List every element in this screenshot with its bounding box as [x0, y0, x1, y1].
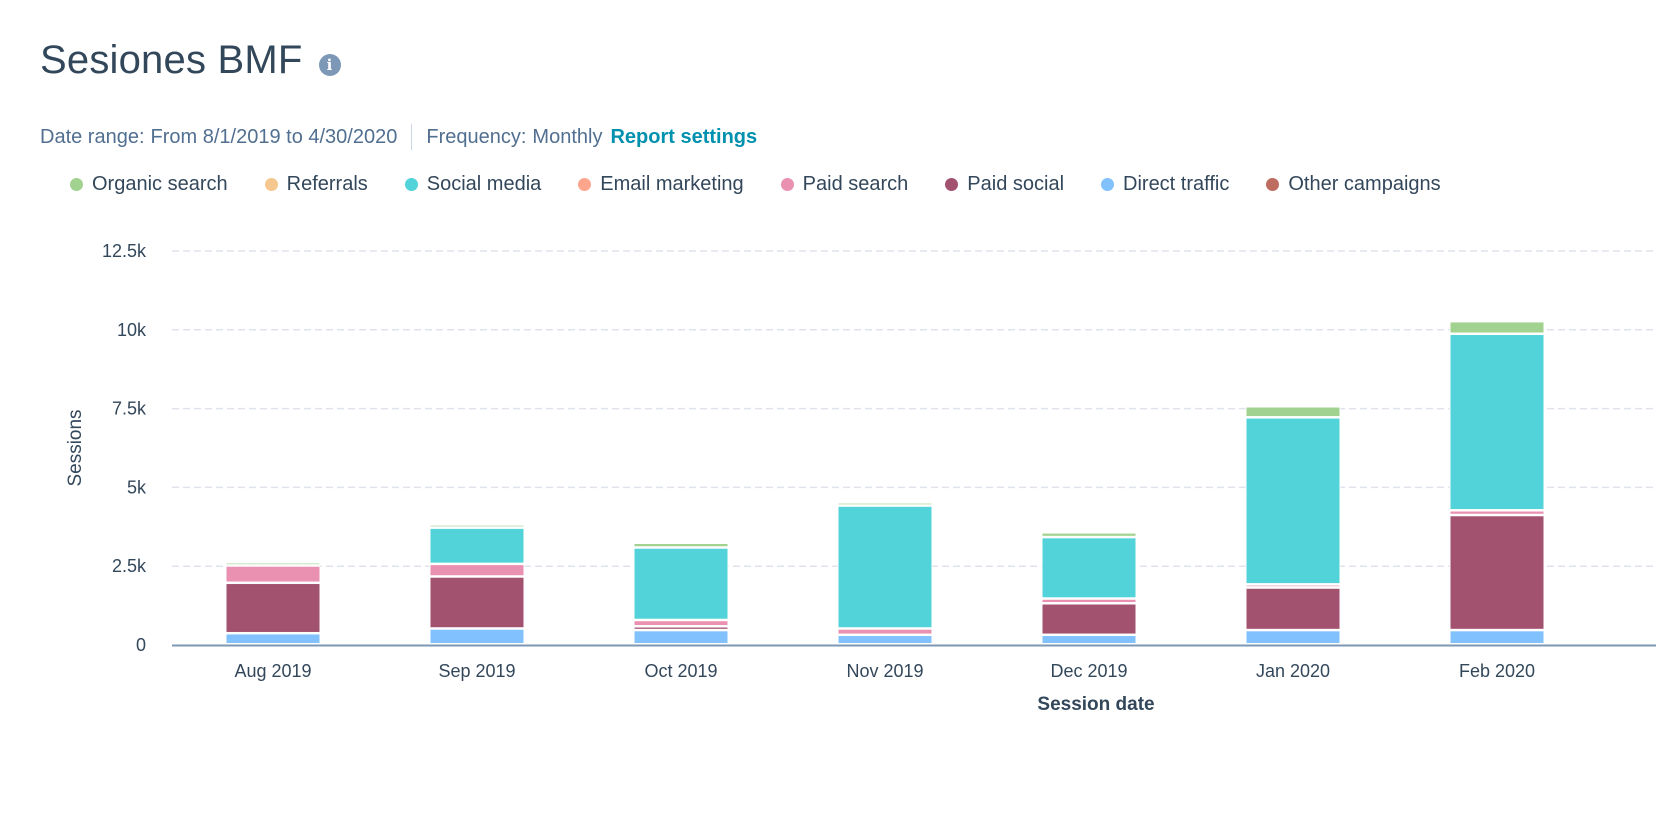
bar-stack-feb-2020[interactable]	[1449, 321, 1545, 644]
x-tick-label: Nov 2019	[846, 661, 923, 681]
bar-segment-direct-traffic[interactable]	[429, 628, 525, 644]
bar-segment-paid-social[interactable]	[1245, 587, 1341, 630]
bar-segment-direct-traffic[interactable]	[633, 630, 729, 644]
y-tick-label: 10k	[117, 320, 147, 340]
x-axis-ticks: Aug 2019 Sep 2019 Oct 2019 Nov 2019 Dec 2019…	[234, 661, 1535, 681]
bar-segment-organic-search[interactable]	[1449, 321, 1545, 334]
bar-segment-direct-traffic[interactable]	[1449, 630, 1545, 644]
x-axis-title: Session date	[1037, 694, 1154, 715]
bar-segment-paid-social[interactable]	[633, 626, 729, 630]
bar-segment-social-media[interactable]	[429, 527, 525, 564]
bar-stack-oct-2019[interactable]	[633, 543, 729, 644]
y-tick-label: 7.5k	[112, 399, 147, 419]
bar-segment-paid-search[interactable]	[633, 620, 729, 627]
x-tick-label: Oct 2019	[644, 661, 717, 681]
bar-segment-social-media[interactable]	[837, 505, 933, 629]
bar-segment-paid-search[interactable]	[1041, 598, 1137, 604]
y-tick-label: 5k	[127, 477, 147, 497]
bar-segment-direct-traffic[interactable]	[837, 635, 933, 645]
y-tick-label: 0	[136, 635, 146, 655]
bar-segment-paid-search[interactable]	[1245, 584, 1341, 588]
bar-segment-social-media[interactable]	[1245, 417, 1341, 585]
bar-segment-organic-search[interactable]	[1245, 406, 1341, 418]
bar-segment-paid-social[interactable]	[1041, 603, 1137, 635]
bar-segment-paid-search[interactable]	[1449, 510, 1545, 515]
bar-stack-sep-2019[interactable]	[429, 524, 525, 644]
bar-segment-direct-traffic[interactable]	[1041, 635, 1137, 645]
bar-stack-jan-2020[interactable]	[1245, 406, 1341, 644]
bar-segment-organic-search[interactable]	[837, 502, 933, 506]
bar-stack-dec-2019[interactable]	[1041, 532, 1137, 645]
bar-stack-aug-2019[interactable]	[225, 562, 321, 645]
bar-segment-paid-search[interactable]	[225, 565, 321, 583]
bar-segment-organic-search[interactable]	[225, 562, 321, 566]
bar-segment-social-media[interactable]	[1041, 537, 1137, 599]
bar-segment-social-media[interactable]	[633, 547, 729, 620]
x-tick-label: Jan 2020	[1256, 661, 1330, 681]
x-tick-label: Sep 2019	[438, 661, 515, 681]
bar-segment-organic-search[interactable]	[633, 543, 729, 548]
stacked-bar-chart: 0 2.5k 5k 7.5k 10k 12.5k Aug 2019 Sep 2019 Oct …	[65, 241, 1656, 715]
bar-segment-paid-social[interactable]	[1449, 515, 1545, 630]
bar-segment-paid-search[interactable]	[837, 628, 933, 635]
bar-segment-organic-search[interactable]	[1041, 532, 1137, 537]
bar-segment-paid-social[interactable]	[429, 576, 525, 629]
y-axis-title: Sessions	[65, 409, 86, 486]
bars	[225, 321, 1545, 645]
y-axis-ticks: 0 2.5k 5k 7.5k 10k 12.5k	[102, 241, 147, 655]
bar-segment-direct-traffic[interactable]	[1245, 630, 1341, 644]
x-tick-label: Feb 2020	[1459, 661, 1535, 681]
bar-segment-paid-social[interactable]	[225, 583, 321, 633]
y-tick-label: 2.5k	[112, 556, 147, 576]
y-tick-label: 12.5k	[102, 241, 147, 261]
bar-segment-direct-traffic[interactable]	[225, 633, 321, 645]
bar-segment-paid-search[interactable]	[429, 564, 525, 577]
x-tick-label: Dec 2019	[1050, 661, 1127, 681]
bar-segment-social-media[interactable]	[1449, 334, 1545, 511]
bar-stack-nov-2019[interactable]	[837, 502, 933, 645]
x-tick-label: Aug 2019	[234, 661, 311, 681]
bar-segment-organic-search[interactable]	[429, 524, 525, 528]
